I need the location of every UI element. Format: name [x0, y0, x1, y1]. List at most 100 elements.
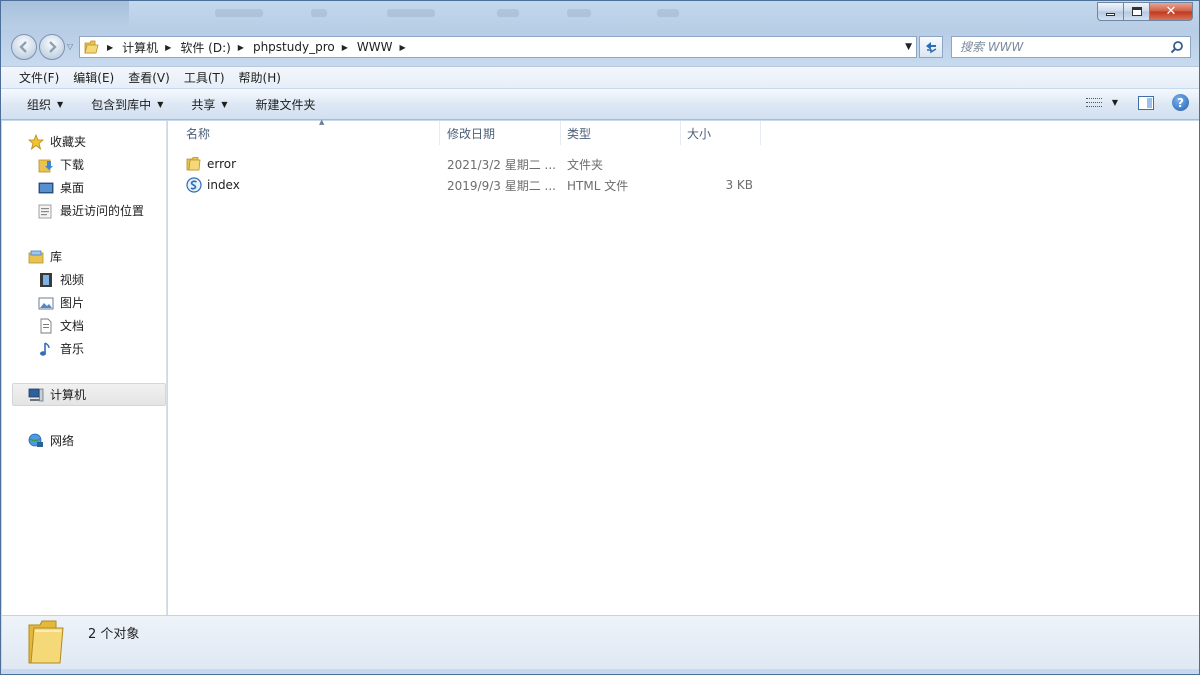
forward-button[interactable] — [39, 34, 65, 60]
preview-pane-icon[interactable] — [1138, 95, 1154, 110]
command-bar: 组织 ▼ 包含到库中 ▼ 共享 ▼ 新建文件夹 ▼ ? — [1, 89, 1199, 120]
help-icon[interactable]: ? — [1172, 94, 1189, 111]
nav-downloads[interactable]: 下载 — [38, 154, 84, 175]
nav-computer[interactable]: 计算机 — [28, 384, 86, 405]
computer-icon — [28, 388, 44, 401]
breadcrumb-computer[interactable]: 计算机 — [122, 39, 158, 56]
desktop-icon — [38, 182, 54, 193]
nav-desktop[interactable]: 桌面 — [38, 177, 84, 198]
nav-libraries-label: 库 — [50, 250, 63, 264]
breadcrumb-separator-icon[interactable]: ▶ — [399, 43, 405, 52]
minimize-button[interactable] — [1097, 2, 1123, 21]
library-icon — [28, 250, 44, 263]
close-button[interactable]: ✕ — [1149, 2, 1193, 21]
breadcrumb-separator-icon[interactable]: ▶ — [107, 43, 113, 52]
back-button[interactable] — [11, 34, 37, 60]
nav-pictures-label: 图片 — [60, 296, 85, 310]
file-row[interactable]: error 2021/3/2 星期二 ... 文件夹 — [182, 154, 762, 174]
column-header-name[interactable]: 名称 ▲ — [180, 118, 440, 145]
pictures-icon — [38, 297, 54, 309]
menu-bar: 文件(F) 编辑(E) 查看(V) 工具(T) 帮助(H) — [1, 66, 1199, 88]
recent-places-icon — [38, 204, 52, 218]
nav-network[interactable]: 网络 — [28, 430, 74, 451]
column-header-name-label: 名称 — [186, 126, 211, 141]
nav-documents[interactable]: 文档 — [38, 315, 84, 336]
menu-help[interactable]: 帮助(H) — [232, 69, 288, 86]
file-row[interactable]: index 2019/9/3 星期二 ... HTML 文件 3 KB — [182, 175, 762, 195]
new-folder-label: 新建文件夹 — [255, 97, 316, 112]
menu-file[interactable]: 文件(F) — [12, 69, 66, 86]
chevron-down-icon: ▼ — [221, 99, 228, 109]
file-name: index — [207, 178, 240, 192]
address-row: ▽ ▶ 计算机 ▶ 软件 (D:) ▶ phpstudy_pro ▶ WWW ▶… — [1, 32, 1199, 62]
details-pane: 2 个对象 — [2, 615, 1199, 669]
include-in-library-label: 包含到库中 — [91, 97, 152, 112]
new-folder-button[interactable]: 新建文件夹 — [248, 96, 324, 113]
menu-view[interactable]: 查看(V) — [121, 69, 177, 86]
explorer-window: ✕ ▽ ▶ 计算机 ▶ 软件 (D:) ▶ phpstudy_pro ▶ WWW… — [0, 0, 1200, 675]
organize-button[interactable]: 组织 ▼ — [19, 96, 71, 113]
menu-edit[interactable]: 编辑(E) — [66, 69, 121, 86]
chevron-down-icon: ▼ — [57, 99, 64, 109]
title-bar-background — [1, 1, 129, 29]
item-count-text: 2 个对象 — [88, 627, 140, 642]
close-icon: ✕ — [1165, 4, 1177, 19]
nav-music-label: 音乐 — [60, 342, 85, 356]
nav-recent-places[interactable]: 最近访问的位置 — [38, 200, 144, 221]
column-header-type[interactable]: 类型 — [561, 121, 681, 145]
breadcrumb-separator-icon[interactable]: ▶ — [342, 43, 348, 52]
minimize-icon — [1106, 13, 1115, 16]
file-name: error — [207, 157, 237, 171]
maximize-button[interactable] — [1123, 2, 1149, 21]
breadcrumb-www[interactable]: WWW — [357, 40, 393, 54]
breadcrumb-phpstudy-pro[interactable]: phpstudy_pro — [253, 40, 335, 54]
column-header-type-label: 类型 — [567, 126, 592, 141]
downloads-folder-icon — [38, 159, 53, 172]
maximize-icon — [1131, 7, 1142, 16]
network-icon — [28, 433, 43, 447]
view-options-chevron-icon[interactable]: ▼ — [1112, 98, 1118, 107]
file-type: HTML 文件 — [567, 178, 629, 193]
view-controls: ▼ ? — [1085, 94, 1189, 111]
include-in-library-button[interactable]: 包含到库中 ▼ — [83, 96, 171, 113]
recent-locations-chevron-icon[interactable]: ▽ — [67, 42, 73, 51]
address-dropdown-icon[interactable]: ▼ — [905, 42, 912, 52]
nav-libraries[interactable]: 库 — [28, 246, 62, 267]
organize-label: 组织 — [27, 97, 52, 112]
window-controls: ✕ — [1097, 2, 1193, 21]
back-arrow-icon — [19, 41, 27, 53]
nav-videos[interactable]: 视频 — [38, 269, 84, 290]
column-header-date[interactable]: 修改日期 — [441, 121, 561, 145]
change-view-icon[interactable] — [1085, 97, 1102, 109]
nav-documents-label: 文档 — [60, 319, 85, 333]
search-input[interactable] — [960, 40, 1160, 54]
nav-recent-places-label: 最近访问的位置 — [60, 204, 145, 218]
breadcrumb-separator-icon[interactable]: ▶ — [165, 43, 171, 52]
nav-pictures[interactable]: 图片 — [38, 292, 84, 313]
search-box[interactable] — [951, 36, 1191, 58]
refresh-icon — [926, 42, 937, 54]
nav-computer-label: 计算机 — [50, 388, 87, 402]
address-bar[interactable]: ▶ 计算机 ▶ 软件 (D:) ▶ phpstudy_pro ▶ WWW ▶ ▼ — [79, 36, 917, 58]
nav-network-label: 网络 — [50, 434, 75, 448]
file-date: 2019/9/3 星期二 ... — [447, 178, 556, 193]
sort-ascending-icon: ▲ — [319, 118, 325, 126]
menu-tools[interactable]: 工具(T) — [177, 69, 232, 86]
breadcrumb-drive-d[interactable]: 软件 (D:) — [180, 39, 230, 56]
documents-icon — [40, 318, 52, 333]
share-button[interactable]: 共享 ▼ — [183, 96, 235, 113]
navigation-pane: 收藏夹 下载 桌面 最近访问的位置 库 视频 图片 文档 音乐 计算机 网络 — [2, 121, 167, 615]
breadcrumb-separator-icon[interactable]: ▶ — [238, 43, 244, 52]
file-date: 2021/3/2 星期二 ... — [447, 157, 556, 172]
nav-music[interactable]: 音乐 — [38, 338, 84, 359]
search-icon[interactable] — [1170, 40, 1184, 54]
music-icon — [40, 341, 50, 356]
file-size: 3 KB — [725, 178, 753, 192]
refresh-button[interactable] — [919, 36, 943, 58]
column-header-size[interactable]: 大小 — [681, 121, 761, 145]
folder-icon — [84, 40, 99, 54]
nav-videos-label: 视频 — [60, 273, 85, 287]
star-icon — [28, 133, 44, 150]
title-bar[interactable]: ✕ — [1, 1, 1199, 31]
nav-favorites[interactable]: 收藏夹 — [28, 131, 86, 152]
